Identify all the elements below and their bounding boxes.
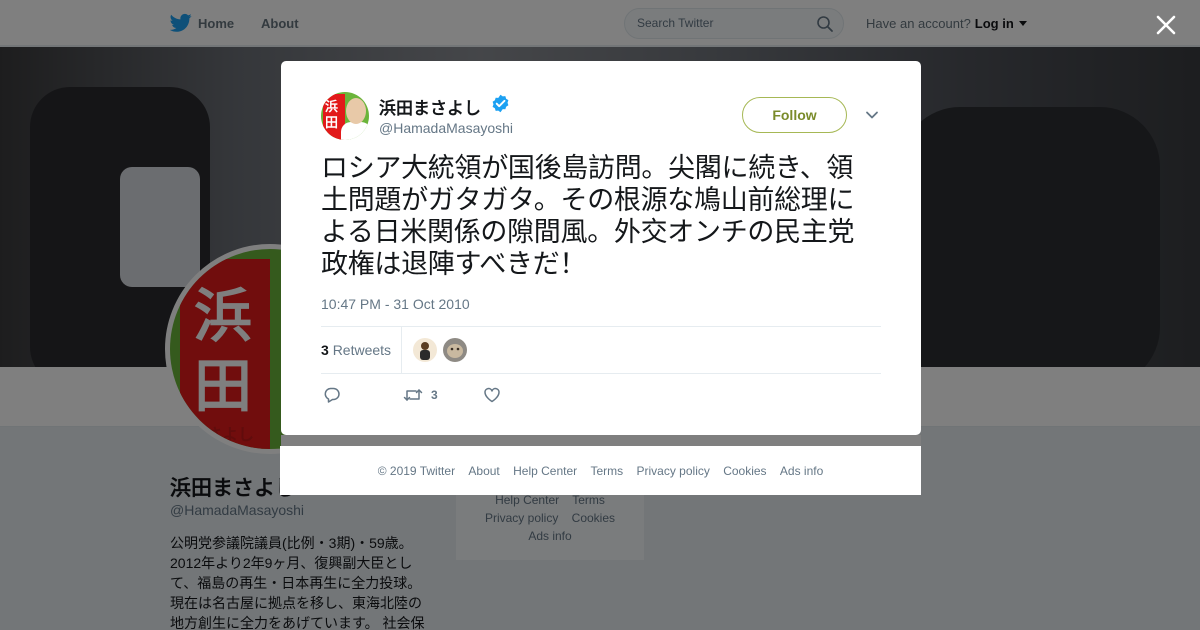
retweet-count: 3 [321,342,329,358]
tweet-text-line: 土問題がガタガタ。その根源な鳩山前総理に [321,185,855,216]
tweet-text-line: 政権は退陣すべきだ！ [321,249,587,280]
footer-ads-info-link[interactable]: Ads info [780,464,823,478]
footer-links: © 2019 Twitter About Help Center Terms P… [280,464,921,478]
modal-footer: © 2019 Twitter About Help Center Terms P… [280,446,921,495]
follow-button[interactable]: Follow [742,97,847,133]
close-icon[interactable] [1155,14,1177,36]
verified-icon [492,94,509,113]
retweets-stat[interactable]: 3 Retweets [321,342,391,358]
chevron-down-icon[interactable] [865,108,879,122]
tweet-screen-name[interactable]: @HamadaMasayoshi [379,120,513,136]
tweet-stats: 3 Retweets [321,326,881,374]
retweet-icon[interactable] [403,386,423,404]
tweet-timestamp[interactable]: 10:47 PM - 31 Oct 2010 [321,296,470,312]
tweet-avatar-suit [341,122,369,140]
tweet-avatar-face [346,98,366,124]
retweeter-avatar[interactable] [443,338,467,362]
retweet-action-count: 3 [431,388,438,402]
modal-separator [281,435,921,446]
stats-divider [401,327,402,374]
like-icon[interactable] [483,386,501,404]
tweet-display-name[interactable]: 浜田まさよし [379,94,481,119]
tweet-text: ロシア大統領が国後島訪問。尖閣に続き、領 土問題がガタガタ。その根源な鳩山前総理… [321,153,881,281]
retweeter-avatar-image [447,344,463,358]
retweeter-avatar[interactable] [413,338,437,362]
tweet-permalink-modal: 浜 田 浜田まさよし @HamadaMasayoshi Follow ロシア大統… [281,61,921,435]
footer-about-link[interactable]: About [468,464,499,478]
footer-cookies-link[interactable]: Cookies [723,464,766,478]
reply-icon[interactable] [323,386,341,404]
footer-copyright: © 2019 Twitter [377,464,456,478]
footer-privacy-link[interactable]: Privacy policy [637,464,710,478]
retweets-label: Retweets [332,342,392,358]
tweet-text-line: よる日米関係の隙間風。外交オンチの民主党 [321,217,855,248]
tweet-text-line: ロシア大統領が国後島訪問。尖閣に続き、領 [321,153,854,184]
tweet-avatar-kanji-2: 田 [325,115,339,130]
footer-help-center-link[interactable]: Help Center [513,464,577,478]
footer-terms-link[interactable]: Terms [590,464,623,478]
tweet-actions: 3 [321,384,621,408]
retweeter-avatar-image [420,342,430,360]
tweet-avatar[interactable]: 浜 田 [321,92,369,140]
